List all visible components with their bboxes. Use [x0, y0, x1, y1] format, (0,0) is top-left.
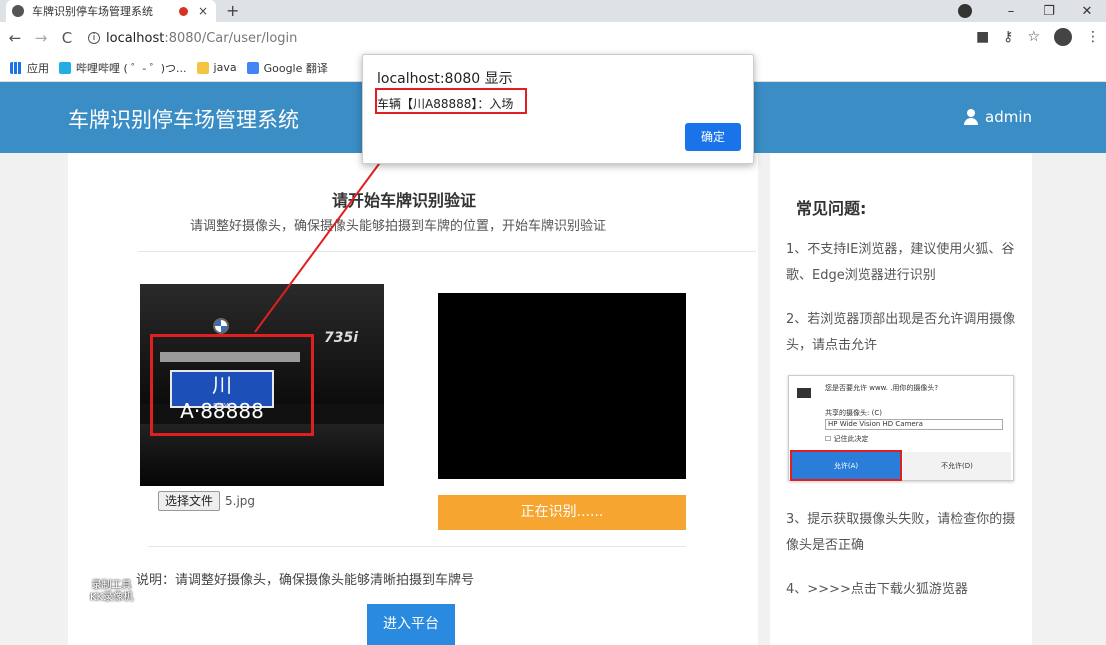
back-button[interactable]: ← [4, 29, 26, 47]
faq-title: 常见问题: [796, 199, 867, 218]
bookmark-google-translate[interactable]: Google 翻译 [246, 60, 328, 76]
alert-title: localhost:8080 显示 [377, 71, 513, 87]
bookmark-java[interactable]: java [196, 61, 237, 74]
page-title: 请开始车牌识别验证 [332, 191, 477, 210]
reload-button[interactable]: C [56, 29, 78, 47]
instruction-note: 说明：请调整好摄像头，确保摄像头能够清晰拍摄到车牌号 [136, 573, 475, 588]
perm-shared-label: 共享的摄像头: (C) [825, 409, 882, 417]
browser-tab[interactable]: 车牌识别停车场管理系统 × [6, 0, 216, 22]
bookmark-bilibili[interactable]: 哔哩哔哩 ( ゜- ゜)つ... [59, 60, 187, 76]
folder-icon [196, 61, 209, 74]
tab-title: 车牌识别停车场管理系统 [32, 5, 153, 18]
globe-icon [12, 5, 24, 17]
bookmark-apps[interactable]: 应用 [10, 60, 49, 76]
browser-tab-bar: 车牌识别停车场管理系统 × + – ❐ ✕ [0, 0, 1106, 22]
allow-highlight-box [790, 450, 902, 481]
message-highlight-box [375, 88, 527, 114]
alert-ok-button[interactable]: 确定 [685, 123, 741, 151]
address-bar[interactable]: i localhost:8080/Car/user/login [88, 31, 297, 46]
perm-camera-select: HP Wide Vision HD Camera [825, 419, 1003, 430]
minimize-button[interactable]: – [992, 4, 1030, 19]
perm-deny: 不允许(D) [903, 452, 1011, 480]
translate-icon [246, 61, 259, 74]
bookmark-label: 哔哩哔哩 ( ゜- ゜)つ... [76, 61, 187, 75]
browser-nav-bar: ← → C i localhost:8080/Car/user/login ■ … [0, 22, 1106, 54]
apps-grid-icon [10, 61, 22, 74]
bookmark-label: Google 翻译 [263, 61, 328, 75]
recorder-watermark: 录制工具 KK录像机 [90, 580, 133, 604]
plate-highlight-box [150, 334, 314, 436]
faq-item-4-download-link[interactable]: 4、>>>>点击下载火狐游览器 [786, 577, 1018, 603]
faq-item-1: 1、不支持IE浏览器，建议使用火狐、谷歌、Edge浏览器进行识别 [786, 242, 1015, 283]
alert-dialog: localhost:8080 显示 车辆【川A88888】：入场 确定 [362, 54, 754, 164]
car-image: 735i 川A·88888 BMW [140, 284, 384, 486]
star-icon[interactable]: ☆ [1027, 29, 1040, 45]
watermark-line: KK录像机 [90, 592, 134, 603]
bmw-logo-icon [213, 318, 229, 334]
forward-button[interactable]: → [30, 29, 52, 47]
bilibili-icon [59, 61, 71, 74]
new-tab-button[interactable]: + [226, 1, 239, 20]
faq-sidebar: 常见问题: 1、不支持IE浏览器，建议使用火狐、谷歌、Edge浏览器进行识别 2… [770, 153, 1032, 645]
choose-file-button[interactable]: 选择文件 [158, 491, 221, 511]
site-title: 车牌识别停车场管理系统 [68, 108, 299, 132]
page-subtitle: 请调整好摄像头，确保摄像头能够拍摄到车牌的位置，开始车牌识别验证 [190, 219, 607, 234]
car-model-badge: 735i [324, 330, 359, 346]
user-menu[interactable]: admin [963, 108, 1032, 126]
permission-screenshot: 您是否要允许 www. .用你的摄像头? 共享的摄像头: (C) HP Wide… [788, 375, 1014, 481]
menu-icon[interactable]: ⋮ [1086, 29, 1100, 45]
recognizing-button[interactable]: 正在识别...... [438, 495, 686, 530]
recording-icon [179, 6, 188, 16]
username: admin [985, 108, 1032, 126]
divider [148, 546, 686, 547]
perm-remember: ☐ 记住此决定 [825, 435, 869, 443]
watermark-line: 录制工具 [91, 580, 132, 591]
restore-button[interactable]: ❐ [1030, 4, 1068, 19]
nav-right-icons: ■ ⚷ ☆ ⋮ [976, 28, 1100, 46]
tab-close-button[interactable]: × [198, 4, 208, 18]
perm-remember-label: 记住此决定 [833, 435, 869, 443]
url-path: :8080/Car/user/login [164, 30, 298, 46]
camera-icon [797, 388, 811, 398]
main-panel: 请开始车牌识别验证 请调整好摄像头，确保摄像头能够拍摄到车牌的位置，开始车牌识别… [68, 153, 758, 645]
camera-preview [438, 293, 686, 479]
camera-icon[interactable]: ■ [976, 29, 989, 45]
user-icon [963, 109, 979, 125]
account-icon[interactable] [1054, 28, 1072, 46]
url-host: localhost [106, 30, 165, 46]
window-controls: – ❐ ✕ [958, 0, 1106, 22]
bookmark-label: 应用 [27, 61, 49, 75]
profile-icon[interactable] [958, 4, 972, 18]
key-icon[interactable]: ⚷ [1003, 29, 1013, 45]
close-window-button[interactable]: ✕ [1068, 4, 1106, 19]
bookmark-label: java [213, 61, 237, 74]
info-icon[interactable]: i [88, 32, 100, 44]
faq-item-2: 2、若浏览器顶部出现是否允许调用摄像头，请点击允许 [786, 312, 1016, 353]
enter-platform-button[interactable]: 进入平台 [367, 604, 455, 645]
faq-item-3: 3、提示获取摄像头失败，请检查你的摄像头是否正确 [786, 512, 1016, 553]
divider [138, 251, 756, 252]
perm-question: 您是否要允许 www. .用你的摄像头? [825, 384, 939, 392]
file-name: 5.jpg [225, 494, 256, 508]
